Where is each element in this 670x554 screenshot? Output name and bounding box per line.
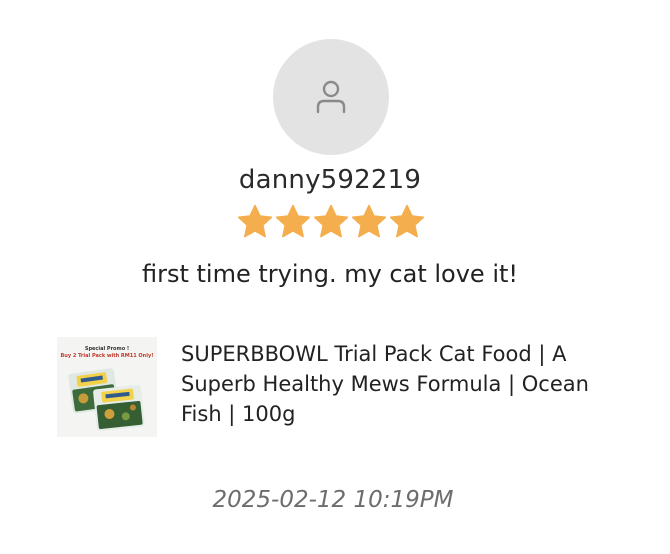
star-icon <box>312 203 350 241</box>
review-comment: first time trying. my cat love it! <box>141 260 519 288</box>
user-icon <box>316 80 346 114</box>
star-icon <box>350 203 388 241</box>
product-pack-image <box>68 368 145 432</box>
reviewed-product[interactable]: Special Promo ! Buy 2 Trial Pack with RM… <box>57 337 627 439</box>
reviewer-username: danny592219 <box>238 165 422 195</box>
star-icon <box>388 203 426 241</box>
review-timestamp: 2025-02-12 10:19PM <box>212 487 454 513</box>
product-thumbnail[interactable]: Special Promo ! Buy 2 Trial Pack with RM… <box>57 337 157 437</box>
avatar[interactable] <box>273 39 389 155</box>
star-icon <box>274 203 312 241</box>
product-title[interactable]: SUPERBBOWL Trial Pack Cat Food | A Super… <box>181 339 627 429</box>
review-card: danny592219 first time trying. my cat lo… <box>0 0 670 554</box>
star-rating <box>236 203 426 241</box>
star-icon <box>236 203 274 241</box>
